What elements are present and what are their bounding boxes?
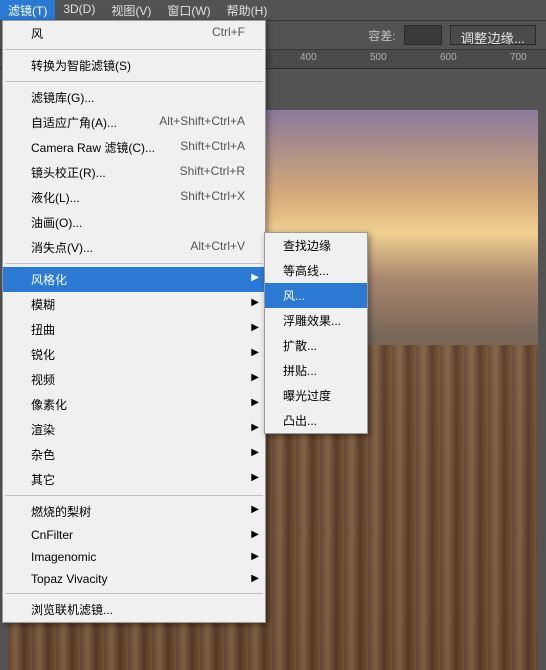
submenu-arrow-icon: ▶ <box>251 551 259 562</box>
separator <box>5 81 263 82</box>
menu-label: 油画(O)... <box>31 214 82 231</box>
stylize-submenu: 查找边缘 等高线... 风... 浮雕效果... 扩散... 拼贴... 曝光过… <box>264 232 368 434</box>
separator <box>5 263 263 264</box>
menu-label: 镜头校正(R)... <box>31 164 106 181</box>
menu-label: 像素化 <box>31 396 67 413</box>
menu-stylize[interactable]: 风格化 ▶ <box>3 267 265 292</box>
menu-label: CnFilter <box>31 528 73 542</box>
menu-cnfilter[interactable]: CnFilter ▶ <box>3 524 265 546</box>
menu-label: Topaz Vivacity <box>31 572 107 586</box>
menu-oil-paint[interactable]: 油画(O)... <box>3 210 265 235</box>
submenu-arrow-icon: ▶ <box>251 347 259 358</box>
submenu-arrow-icon: ▶ <box>251 504 259 515</box>
tolerance-label: 容差: <box>368 27 395 44</box>
menu-vanishing-point[interactable]: 消失点(V)... Alt+Ctrl+V <box>3 235 265 260</box>
menu-convert-smart[interactable]: 转换为智能滤镜(S) <box>3 53 265 78</box>
menu-label: 滤镜库(G)... <box>31 89 94 106</box>
menu-sharpen[interactable]: 锐化 ▶ <box>3 342 265 367</box>
menu-label: 燃烧的梨树 <box>31 503 91 520</box>
submenu-arrow-icon: ▶ <box>251 529 259 540</box>
submenu-arrow-icon: ▶ <box>251 397 259 408</box>
tolerance-input[interactable] <box>404 25 442 45</box>
menu-view[interactable]: 视图(V) <box>103 0 159 20</box>
menu-filter-gallery[interactable]: 滤镜库(G)... <box>3 85 265 110</box>
menu-topaz[interactable]: Topaz Vivacity ▶ <box>3 568 265 590</box>
menu-lens-correction[interactable]: 镜头校正(R)... Shift+Ctrl+R <box>3 160 265 185</box>
ruler-tick: 700 <box>510 52 527 63</box>
sub-wind[interactable]: 风... <box>265 283 367 308</box>
menu-blur[interactable]: 模糊 ▶ <box>3 292 265 317</box>
menu-distort[interactable]: 扭曲 ▶ <box>3 317 265 342</box>
separator <box>5 593 263 594</box>
filter-dropdown: 风 Ctrl+F 转换为智能滤镜(S) 滤镜库(G)... 自适应广角(A)...… <box>2 20 266 623</box>
menu-render[interactable]: 渲染 ▶ <box>3 417 265 442</box>
menu-label: 自适应广角(A)... <box>31 114 117 131</box>
separator <box>5 49 263 50</box>
menubar: 滤镜(T) 3D(D) 视图(V) 窗口(W) 帮助(H) <box>0 0 546 21</box>
submenu-arrow-icon: ▶ <box>251 272 259 283</box>
menu-label: Imagenomic <box>31 550 96 564</box>
menu-label: 风 <box>31 25 43 42</box>
menu-pixelate[interactable]: 像素化 ▶ <box>3 392 265 417</box>
shortcut: Alt+Ctrl+V <box>190 239 245 256</box>
menu-help[interactable]: 帮助(H) <box>219 0 276 20</box>
menu-label: 浏览联机滤镜... <box>31 601 113 618</box>
menu-label: 风格化 <box>31 271 67 288</box>
sub-contour[interactable]: 等高线... <box>265 258 367 283</box>
shortcut: Shift+Ctrl+X <box>180 189 245 206</box>
menu-label: 模糊 <box>31 296 55 313</box>
menu-browse-online[interactable]: 浏览联机滤镜... <box>3 597 265 622</box>
menu-label: 锐化 <box>31 346 55 363</box>
menu-3d[interactable]: 3D(D) <box>55 0 103 20</box>
menu-label: 其它 <box>31 471 55 488</box>
menu-liquify[interactable]: 液化(L)... Shift+Ctrl+X <box>3 185 265 210</box>
menu-filter[interactable]: 滤镜(T) <box>0 0 55 20</box>
sub-solarize[interactable]: 曝光过度 <box>265 383 367 408</box>
submenu-arrow-icon: ▶ <box>251 297 259 308</box>
menu-label: 视频 <box>31 371 55 388</box>
menu-label: 转换为智能滤镜(S) <box>31 57 131 74</box>
ruler-tick: 600 <box>440 52 457 63</box>
menu-label: 液化(L)... <box>31 189 80 206</box>
menu-video[interactable]: 视频 ▶ <box>3 367 265 392</box>
sub-find-edges[interactable]: 查找边缘 <box>265 233 367 258</box>
ruler-tick: 500 <box>370 52 387 63</box>
shortcut: Shift+Ctrl+A <box>180 139 245 156</box>
menu-label: 消失点(V)... <box>31 239 93 256</box>
submenu-arrow-icon: ▶ <box>251 322 259 333</box>
menu-label: 渲染 <box>31 421 55 438</box>
menu-window[interactable]: 窗口(W) <box>159 0 218 20</box>
menu-other[interactable]: 其它 ▶ <box>3 467 265 492</box>
sub-emboss[interactable]: 浮雕效果... <box>265 308 367 333</box>
submenu-arrow-icon: ▶ <box>251 447 259 458</box>
shortcut: Shift+Ctrl+R <box>180 164 245 181</box>
submenu-arrow-icon: ▶ <box>251 573 259 584</box>
menu-burning-tree[interactable]: 燃烧的梨树 ▶ <box>3 499 265 524</box>
shortcut: Alt+Shift+Ctrl+A <box>159 114 245 131</box>
menu-label: Camera Raw 滤镜(C)... <box>31 139 155 156</box>
menu-adaptive-wide[interactable]: 自适应广角(A)... Alt+Shift+Ctrl+A <box>3 110 265 135</box>
submenu-arrow-icon: ▶ <box>251 372 259 383</box>
submenu-arrow-icon: ▶ <box>251 422 259 433</box>
submenu-arrow-icon: ▶ <box>251 472 259 483</box>
menu-label: 扭曲 <box>31 321 55 338</box>
shortcut: Ctrl+F <box>212 25 245 42</box>
separator <box>5 495 263 496</box>
refine-edge-button[interactable]: 调整边缘... <box>450 25 536 45</box>
sub-extrude[interactable]: 凸出... <box>265 408 367 433</box>
sub-diffuse[interactable]: 扩散... <box>265 333 367 358</box>
menu-noise[interactable]: 杂色 ▶ <box>3 442 265 467</box>
menu-camera-raw[interactable]: Camera Raw 滤镜(C)... Shift+Ctrl+A <box>3 135 265 160</box>
ruler-tick: 400 <box>300 52 317 63</box>
menu-last-filter[interactable]: 风 Ctrl+F <box>3 21 265 46</box>
sub-tiles[interactable]: 拼贴... <box>265 358 367 383</box>
menu-label: 杂色 <box>31 446 55 463</box>
menu-imagenomic[interactable]: Imagenomic ▶ <box>3 546 265 568</box>
